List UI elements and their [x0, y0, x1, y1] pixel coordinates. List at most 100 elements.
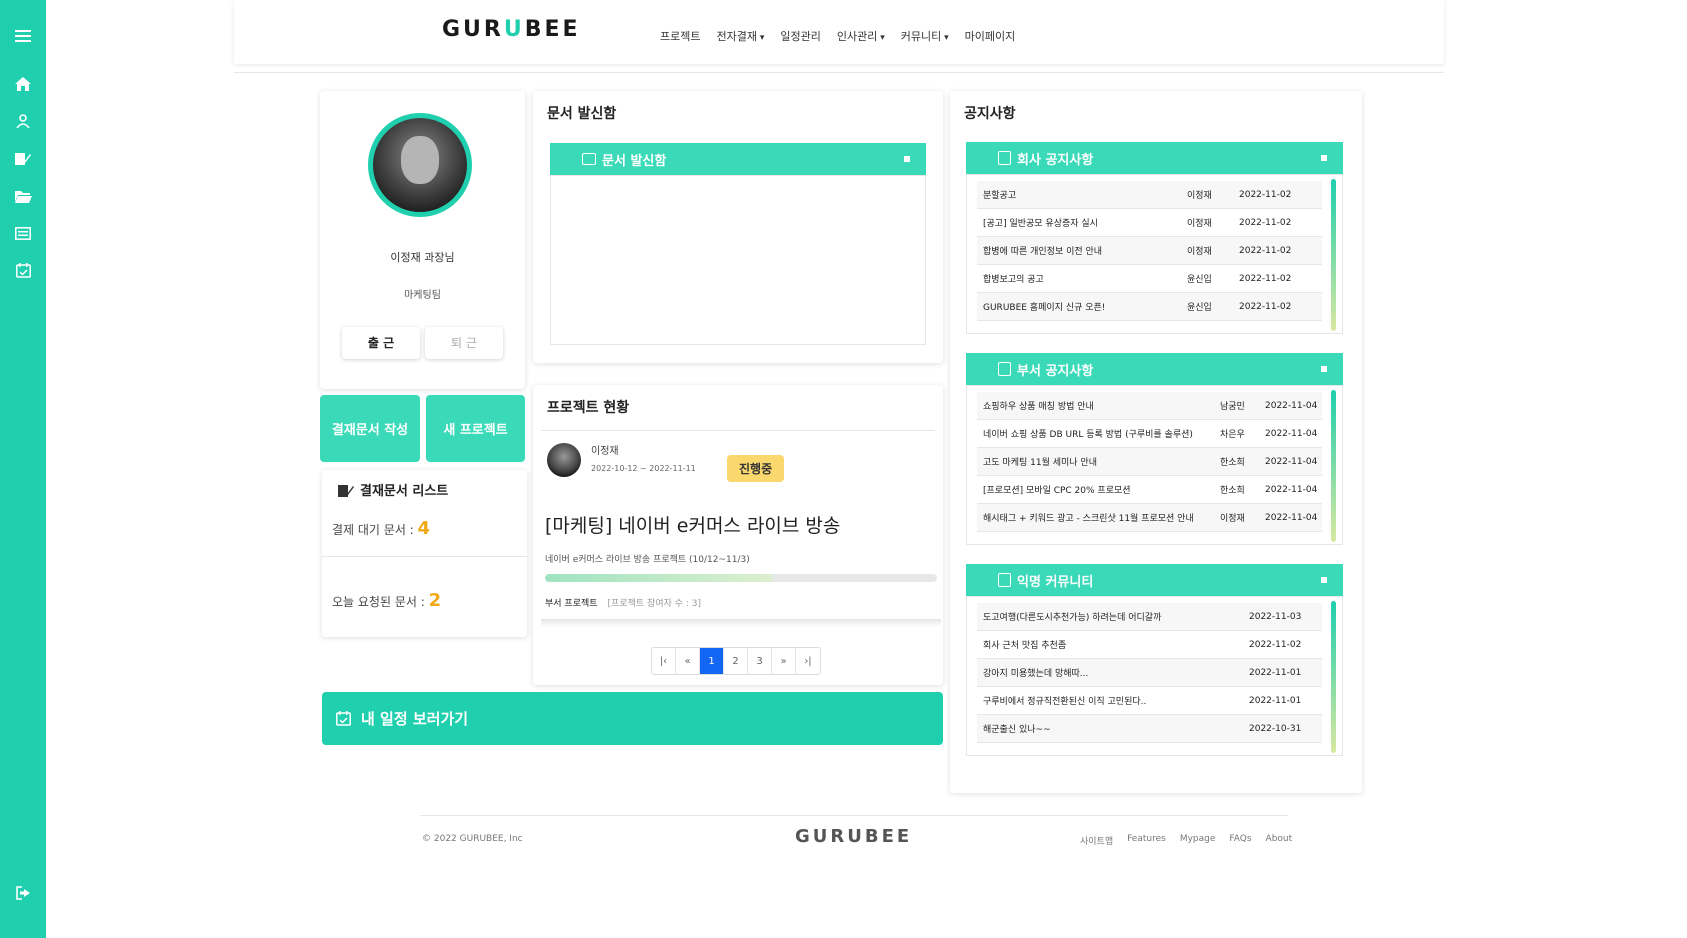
footer-divider [420, 815, 1288, 816]
page-button-1[interactable]: 1 [700, 648, 724, 674]
table-row[interactable]: 구루비에서 정규직전환된신 이직 고민된다.. 2022-11-01 [977, 687, 1322, 715]
nav-item-community[interactable]: 커뮤니티 [901, 28, 949, 44]
footer-link-mypage[interactable]: Mypage [1180, 834, 1216, 847]
menu-icon[interactable] [13, 26, 33, 46]
table-row[interactable]: 합병에 따른 개인정보 이전 안내 이정재 2022-11-02 [977, 237, 1322, 265]
checkin-button[interactable]: 출 근 [342, 327, 420, 359]
company-notice-title: 회사 공지사항 [1017, 152, 1094, 168]
project-meta: 부서 프로젝트 [프로젝트 참여자 수 : 3] [545, 596, 701, 609]
project-title[interactable]: [마케팅] 네이버 e커머스 라이브 방송 [545, 511, 840, 538]
home-icon[interactable] [13, 74, 33, 94]
project-owner-avatar [547, 443, 581, 477]
nav-item-mypage[interactable]: 마이페이지 [965, 28, 1016, 44]
main-nav: 프로젝트 전자결재 일정관리 인사관리 커뮤니티 마이페이지 [660, 28, 1015, 44]
project-section-title: 프로젝트 현황 [547, 400, 630, 416]
project-period: 2022-10-12 ~ 2022-11-11 [591, 464, 696, 473]
approval-list-card: 결재문서 리스트 결제 대기 문서 : 4 오늘 요청된 문서 : 2 [322, 470, 527, 637]
new-project-button[interactable]: 새 프로젝트 [426, 395, 525, 462]
dept-notice-body: 쇼핑하우 상품 매칭 방법 안내 남궁민 2022-11-04 네이버 쇼핑 상품 … [966, 385, 1343, 545]
table-row[interactable]: GURUBEE 홈페이지 신규 오픈! 윤신입 2022-11-02 [977, 293, 1322, 321]
footer-link-features[interactable]: Features [1127, 834, 1166, 847]
calendar-check-icon[interactable] [13, 260, 33, 280]
status-badge: 진행중 [727, 455, 785, 482]
outbox-card: 문서 발신함 문서 발신함 [533, 91, 943, 363]
company-notice-header: 회사 공지사항 [966, 142, 1343, 174]
prev-page-button[interactable]: « [676, 648, 700, 674]
company-notice-table: 분할공고 이정재 2022-11-02 [공고] 일반공모 유상증자 실시 이정재 20… [977, 181, 1322, 321]
write-approval-doc-button[interactable]: 결재문서 작성 [320, 395, 420, 462]
outbox-body [550, 175, 926, 345]
footer-links: 사이트맵 Features Mypage FAQs About [1080, 834, 1292, 847]
table-row[interactable]: 쇼핑하우 상품 매칭 방법 안내 남궁민 2022-11-04 [977, 392, 1322, 420]
project-type: 부서 프로젝트 [545, 599, 598, 609]
toggle-icon[interactable] [1321, 155, 1327, 161]
checkout-button[interactable]: 퇴 근 [425, 327, 503, 359]
approval-list-header: 결재문서 리스트 [338, 480, 448, 499]
company-notice-body: 분할공고 이정재 2022-11-02 [공고] 일반공모 유상증자 실시 이정재 20… [966, 174, 1343, 334]
table-row[interactable]: [공고] 일반공모 유상증자 실시 이정재 2022-11-02 [977, 209, 1322, 237]
clipboard-icon [998, 362, 1011, 376]
profile-card: 이정재 과장님 마케팅팀 출 근 퇴 근 [320, 91, 525, 389]
footer-logo[interactable]: GURUBEE [795, 826, 912, 847]
table-row[interactable]: 네이버 쇼핑 상품 DB URL 등록 방법 (구루비를 솔루션) 차은우 2022… [977, 420, 1322, 448]
page-button-3[interactable]: 3 [748, 648, 772, 674]
table-row[interactable]: 분할공고 이정재 2022-11-02 [977, 181, 1322, 209]
table-row[interactable]: [프로모션] 모바일 CPC 20% 프로모션 한소희 2022-11-04 [977, 476, 1322, 504]
outbox-box-title: 문서 발신함 [602, 153, 667, 169]
scrollbar[interactable] [1331, 390, 1336, 542]
first-page-button[interactable]: |‹ [652, 648, 676, 674]
table-row[interactable]: 해시태그 + 키워드 광고 - 스크린샷 11월 프로모션 안내 이정재 2022-… [977, 504, 1322, 532]
table-row[interactable]: 해군출신 있나~~ 2022-10-31 [977, 715, 1322, 743]
last-page-button[interactable]: ›| [796, 648, 820, 674]
dept-notice-header: 부서 공지사항 [966, 353, 1343, 385]
table-row[interactable]: 강아지 미용했는데 망해따... 2022-11-01 [977, 659, 1322, 687]
clipboard-icon [998, 151, 1011, 165]
nav-item-hr[interactable]: 인사관리 [837, 28, 885, 44]
outbox-box-header: 문서 발신함 [550, 143, 926, 175]
page-button-2[interactable]: 2 [724, 648, 748, 674]
table-row[interactable]: 회사 근처 맛집 추천좀 2022-11-02 [977, 631, 1322, 659]
sidebar [0, 0, 46, 938]
toggle-icon[interactable] [1321, 577, 1327, 583]
folder-open-icon[interactable] [13, 186, 33, 206]
project-participants: [프로젝트 참여자 수 : 3] [607, 599, 702, 609]
outbox-section-title: 문서 발신함 [547, 106, 617, 122]
logout-icon[interactable] [13, 883, 33, 903]
dept-notice-title: 부서 공지사항 [1017, 363, 1094, 379]
project-progress-bar [545, 574, 937, 582]
edit-document-icon[interactable] [13, 148, 33, 168]
nav-item-schedule[interactable]: 일정관리 [780, 28, 820, 44]
calendar-check-icon [336, 711, 351, 726]
toggle-icon[interactable] [904, 156, 910, 162]
divider [322, 556, 527, 557]
table-row[interactable]: 도고여행(다른도시추천가능) 하려는데 어디갈까 2022-11-03 [977, 603, 1322, 631]
today-docs-label: 오늘 요청된 문서 : [332, 595, 429, 609]
scrollbar[interactable] [1331, 179, 1336, 331]
next-page-button[interactable]: » [772, 648, 796, 674]
waiting-docs[interactable]: 결제 대기 문서 : 4 [332, 518, 430, 539]
top-navbar: GURUBEE 프로젝트 전자결재 일정관리 인사관리 커뮤니티 마이페이지 [234, 0, 1444, 64]
list-icon[interactable] [13, 223, 33, 243]
project-desc: 네이버 e커머스 라이브 방송 프로젝트 (10/12~11/3) [545, 555, 750, 565]
user-icon[interactable] [13, 111, 33, 131]
table-row[interactable]: 합병보고의 공고 윤신입 2022-11-02 [977, 265, 1322, 293]
today-docs[interactable]: 오늘 요청된 문서 : 2 [332, 590, 441, 611]
footer-link-faqs[interactable]: FAQs [1229, 834, 1251, 847]
footer-link-about[interactable]: About [1266, 834, 1293, 847]
profile-dept: 마케팅팀 [404, 290, 441, 301]
my-schedule-label: 내 일정 보러가기 [361, 710, 469, 728]
brand-logo[interactable]: GURUBEE [442, 17, 581, 42]
scrollbar[interactable] [1331, 601, 1336, 753]
nav-item-approval[interactable]: 전자결재 [716, 28, 764, 44]
nav-item-project[interactable]: 프로젝트 [660, 28, 700, 44]
table-row[interactable]: 고도 마케팅 11월 세미나 안내 한소희 2022-11-04 [977, 448, 1322, 476]
inbox-icon [582, 153, 596, 165]
profile-name: 이정재 과장님 [390, 251, 455, 264]
community-table: 도고여행(다른도시추천가능) 하려는데 어디갈까 2022-11-03 회사 근처… [977, 603, 1322, 743]
toggle-icon[interactable] [1321, 366, 1327, 372]
my-schedule-button[interactable]: 내 일정 보러가기 [322, 692, 943, 745]
waiting-docs-label: 결제 대기 문서 : [332, 523, 418, 537]
footer-link-sitemap[interactable]: 사이트맵 [1080, 834, 1113, 847]
pagination: |‹ « 1 2 3 » ›| [651, 647, 821, 675]
edit-document-icon [338, 484, 354, 497]
